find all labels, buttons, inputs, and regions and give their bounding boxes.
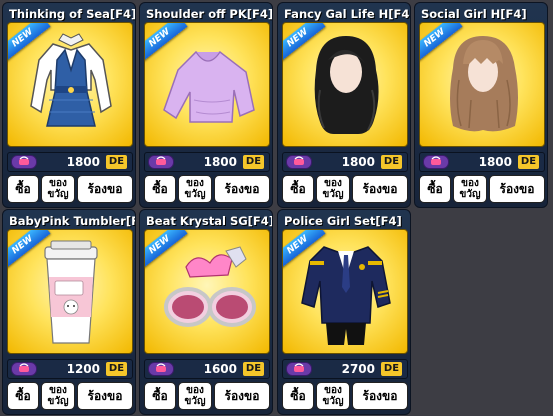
item-image-panel[interactable]: NEW [419,22,545,147]
currency-badge: DE [381,155,402,169]
item-title: Thinking of Sea[F4] [9,7,135,21]
item-price: 1800 [478,155,512,169]
buy-button[interactable]: ซื้อ [7,382,39,410]
shop-item-card[interactable]: Shoulder off PK[F4] NEW 1800 DE ซื้อ ของ… [139,2,273,208]
pink-top-icon [163,51,255,123]
item-title: Social Girl H[F4] [421,7,527,21]
request-button[interactable]: ร้องขอ [77,382,133,410]
currency-badge: DE [106,362,127,376]
buy-button[interactable]: ซื้อ [282,175,314,203]
shop-item-card[interactable]: Thinking of Sea[F4] NEW 1800 DE ซื้อ ของ… [2,2,136,208]
price-bar: 1800 DE [282,152,408,172]
buy-button[interactable]: ซื้อ [7,175,39,203]
currency-badge: DE [518,155,539,169]
gift-button[interactable]: ของขวัญ [41,382,75,410]
buy-button[interactable]: ซื้อ [419,175,451,203]
brown-hair-icon [450,36,518,132]
price-bar: 1800 DE [144,152,270,172]
shop-item-card[interactable]: Police Girl Set[F4] NEW 2700 DE ซื้อ ของ… [277,209,411,415]
currency-badge: DE [106,155,127,169]
price-bar: 1800 DE [7,152,133,172]
gift-button[interactable]: ของขวัญ [178,175,212,203]
item-title: Police Girl Set[F4] [284,214,402,228]
item-title: BabyPink Tumbler[F4] [9,214,135,228]
item-title: Fancy Gal Life H[F4] [284,7,410,21]
request-button[interactable]: ร้องขอ [214,382,270,410]
price-bar: 1200 DE [7,359,133,379]
price-bar: 2700 DE [282,359,408,379]
shop-item-grid: Thinking of Sea[F4] NEW 1800 DE ซื้อ ของ… [0,0,553,416]
item-price: 1800 [66,155,100,169]
gift-button[interactable]: ของขวัญ [316,175,350,203]
black-hair-icon [314,36,379,134]
tumbler-icon [44,240,98,344]
request-button[interactable]: ร้องขอ [77,175,133,203]
currency-badge: DE [243,362,264,376]
request-button[interactable]: ร้องขอ [352,175,408,203]
price-tag-icon [148,155,174,169]
price-bar: 1800 DE [419,152,545,172]
item-price: 1600 [203,362,237,376]
item-title: Beat Krystal SG[F4] [146,214,272,228]
gift-button[interactable]: ของขวัญ [178,382,212,410]
item-price: 2700 [341,362,375,376]
item-image-panel[interactable]: NEW [282,22,408,147]
police-uniform-icon [301,246,391,345]
gift-button[interactable]: ของขวัญ [41,175,75,203]
item-price: 1800 [341,155,375,169]
price-bar: 1600 DE [144,359,270,379]
request-button[interactable]: ร้องขอ [489,175,545,203]
item-image-panel[interactable]: NEW [7,22,133,147]
item-price: 1800 [203,155,237,169]
denim-dress-icon [30,33,112,127]
buy-button[interactable]: ซื้อ [144,382,176,410]
price-tag-icon [11,155,37,169]
request-button[interactable]: ร้องขอ [214,175,270,203]
gift-button[interactable]: ของขวัญ [453,175,487,203]
shop-item-card[interactable]: BabyPink Tumbler[F4] NEW 1200 DE ซื้อ [2,209,136,415]
buy-button[interactable]: ซื้อ [144,175,176,203]
currency-badge: DE [243,155,264,169]
gift-button[interactable]: ของขวัญ [316,382,350,410]
price-tag-icon [423,155,449,169]
shop-item-card[interactable]: Beat Krystal SG[F4] NEW 1600 DE ซื้อ ของ… [139,209,273,415]
buy-button[interactable]: ซื้อ [282,382,314,410]
price-tag-icon [11,362,37,376]
price-tag-icon [148,362,174,376]
currency-badge: DE [381,362,402,376]
item-title: Shoulder off PK[F4] [146,7,272,21]
request-button[interactable]: ร้องขอ [352,382,408,410]
price-tag-icon [286,362,312,376]
item-image-panel[interactable]: NEW [282,229,408,354]
price-tag-icon [286,155,312,169]
item-image-panel[interactable]: NEW [144,229,270,354]
shop-item-card[interactable]: Fancy Gal Life H[F4] NEW 1800 DE ซื้อ ขอ… [277,2,411,208]
shop-item-card[interactable]: Social Girl H[F4] NEW 1800 DE ซื้อ ของขว… [414,2,548,208]
item-image-panel[interactable]: NEW [7,229,133,354]
item-image-panel[interactable]: NEW [144,22,270,147]
sunglasses-icon [164,246,256,327]
item-price: 1200 [66,362,100,376]
